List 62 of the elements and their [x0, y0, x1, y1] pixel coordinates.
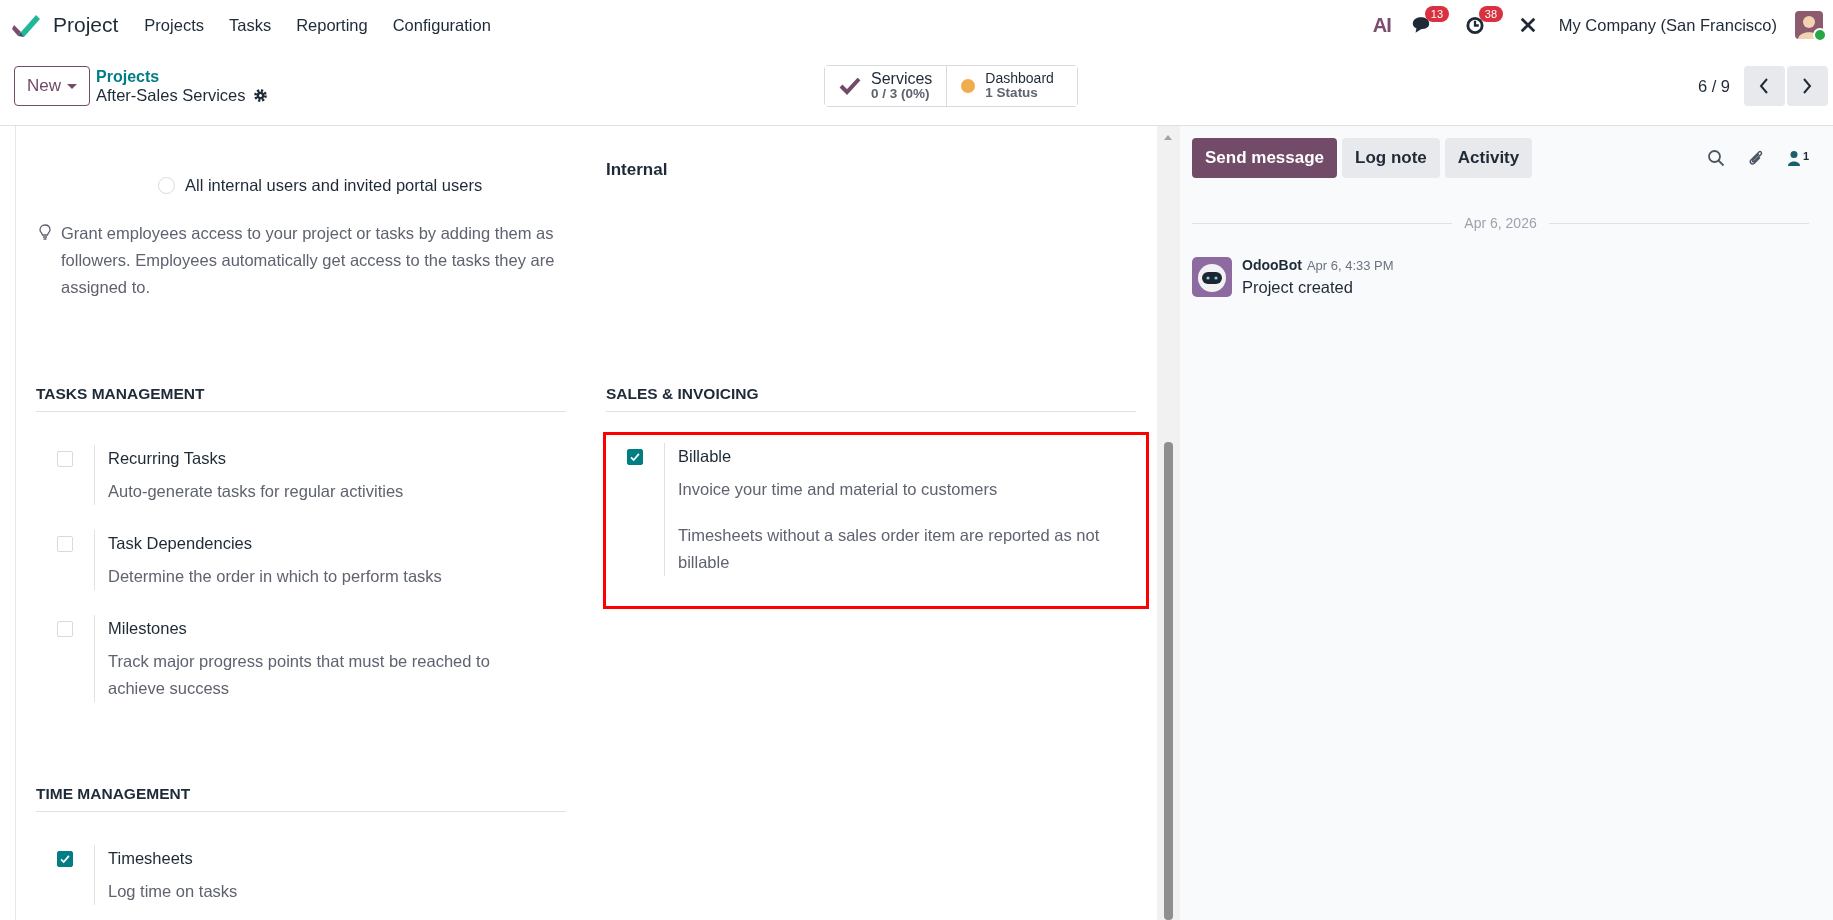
- section-heading: SALES & INVOICING: [606, 385, 1136, 412]
- message-count-badge: 13: [1424, 5, 1449, 22]
- scrollbar[interactable]: [1157, 126, 1180, 920]
- setting-label: Milestones: [108, 618, 188, 639]
- setting-description: Timesheets without a sales order item are reported as not billable: [678, 525, 1101, 573]
- section-heading: TASKS MANAGEMENT: [36, 385, 566, 412]
- chatter-tab[interactable]: Send message: [1192, 138, 1338, 178]
- stat-value: 1 Status: [985, 86, 1038, 102]
- checkbox[interactable]: [57, 851, 73, 867]
- app-name[interactable]: Project: [53, 13, 119, 37]
- chevron-left-icon: [1758, 77, 1771, 95]
- help-text: Grant employees access to your project or tasks by adding them as followers. Employees automatically get access to the tasks they are assigned to.: [61, 223, 556, 298]
- menu-item[interactable]: Reporting: [296, 15, 368, 35]
- date-separator: Apr 6, 2026: [1464, 215, 1537, 231]
- setting-description: Log time on tasks: [108, 881, 238, 902]
- chat-icon[interactable]: [1410, 15, 1431, 35]
- caret-icon: [67, 83, 77, 89]
- gear-icon[interactable]: [253, 87, 269, 103]
- message-author: OdooBot: [1242, 257, 1302, 273]
- activity-count-badge: 38: [1478, 5, 1503, 22]
- check-icon: [839, 77, 861, 95]
- person-icon: [1786, 150, 1801, 166]
- followers-button[interactable]: 1: [1786, 150, 1809, 166]
- message-text: Project created: [1242, 278, 1354, 297]
- previous-button[interactable]: [1744, 66, 1785, 106]
- ai-button[interactable]: AI: [1372, 13, 1391, 37]
- section-heading: TIME MANAGEMENT: [36, 785, 566, 812]
- search-icon[interactable]: [1706, 149, 1725, 167]
- new-button[interactable]: New: [14, 66, 90, 106]
- chatter-tab[interactable]: Activity: [1444, 138, 1533, 178]
- message-time: Apr 6, 4:33 PM: [1306, 258, 1394, 273]
- checkbox[interactable]: [627, 449, 643, 465]
- stat-button[interactable]: Services 0 / 3 (0%): [825, 66, 948, 106]
- setting-label: Billable: [678, 446, 733, 467]
- online-status-icon: [1813, 28, 1827, 42]
- robot-avatar-icon: [1192, 257, 1232, 297]
- setting-label: Task Dependencies: [108, 533, 253, 554]
- pager-counter: 6 / 9: [1697, 76, 1730, 96]
- chatter-tab[interactable]: Log note: [1342, 138, 1440, 178]
- stat-label: Services: [871, 69, 933, 88]
- setting-label: Recurring Tasks: [108, 448, 227, 469]
- stat-label: Dashboard: [985, 70, 1054, 87]
- chevron-right-icon: [1801, 77, 1814, 95]
- setting-description: Track major progress points that must be reached to achieve success: [108, 651, 491, 699]
- radio-option[interactable]: All internal users and invited portal users: [36, 166, 566, 205]
- paperclip-icon[interactable]: [1746, 149, 1765, 167]
- breadcrumb-link[interactable]: Projects: [96, 67, 269, 86]
- setting-label: Timesheets: [108, 848, 194, 869]
- user-avatar-icon[interactable]: [1795, 11, 1823, 39]
- menu-item[interactable]: Configuration: [392, 15, 491, 35]
- clock-icon[interactable]: [1464, 15, 1485, 35]
- menu-item[interactable]: Projects: [144, 15, 204, 35]
- setting-description: Invoice your time and material to customers: [678, 479, 999, 500]
- menu-item[interactable]: Tasks: [228, 15, 272, 35]
- company-switcher[interactable]: My Company (San Francisco): [1558, 15, 1777, 35]
- lightbulb-icon: [39, 224, 51, 240]
- setting-description: Auto-generate tasks for regular activities: [108, 481, 404, 502]
- next-button[interactable]: [1787, 66, 1828, 106]
- record-title: After-Sales Services: [96, 85, 246, 105]
- visibility-value: Internal: [606, 160, 669, 180]
- setting-description: Determine the order in which to perform tasks: [108, 566, 442, 587]
- stat-value: 0 / 3 (0%): [871, 87, 930, 103]
